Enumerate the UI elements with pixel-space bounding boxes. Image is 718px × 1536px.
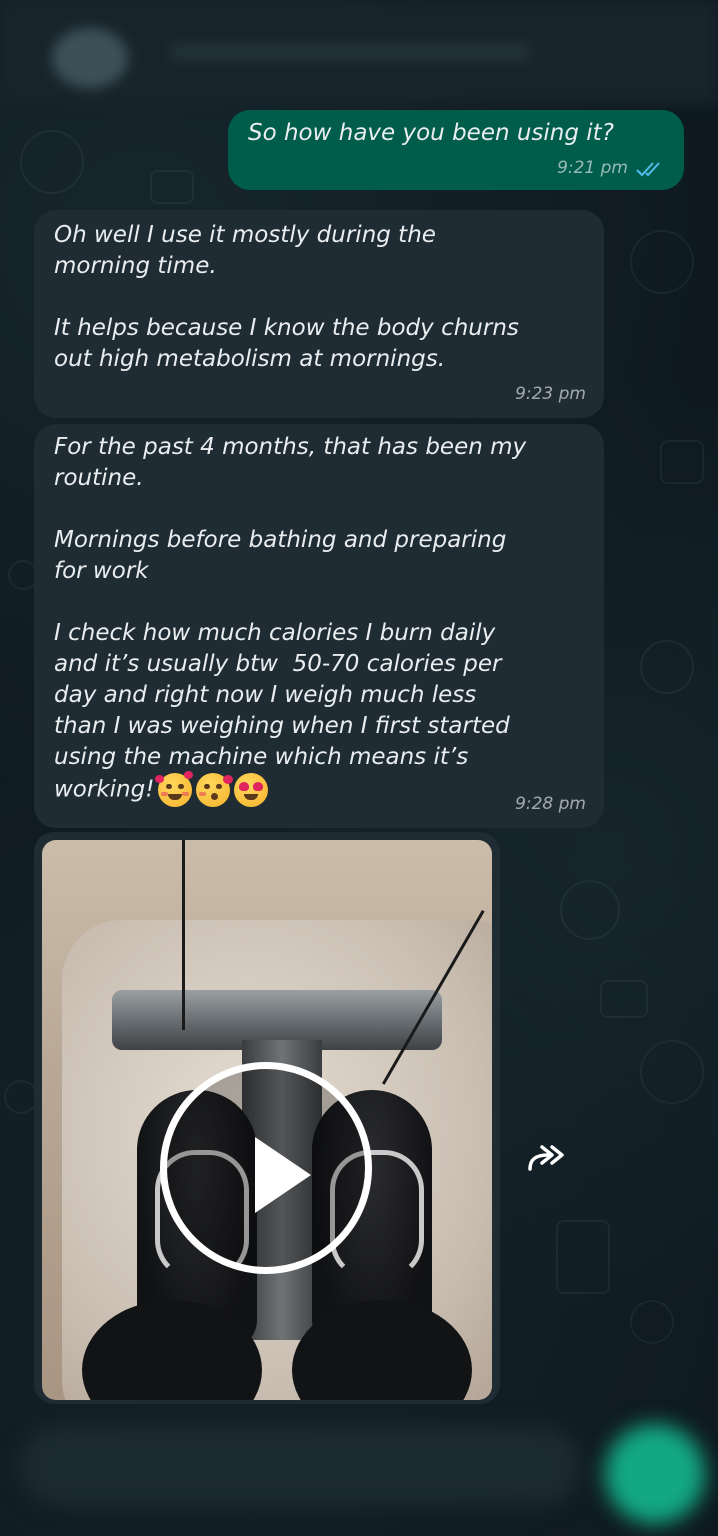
play-button[interactable]: [160, 1062, 372, 1274]
wallpaper-doodle: [630, 1300, 674, 1344]
message-time: 9:28 pm: [515, 794, 586, 814]
emoji-row: [155, 771, 269, 807]
message-text: Oh well I use it mostly during the morni…: [54, 222, 519, 372]
message-meta: 9:23 pm: [515, 379, 586, 410]
video-thumbnail[interactable]: [42, 840, 492, 1400]
thumbnail-cord: [182, 840, 185, 1030]
message-meta: 9:28 pm: [515, 789, 586, 820]
contact-name-blurred: [170, 44, 530, 60]
play-icon: [255, 1137, 311, 1213]
outgoing-message[interactable]: So how have you been using it? 9:21 pm: [228, 110, 684, 190]
face-blowing-a-kiss-icon: [196, 773, 234, 807]
message-time: 9:21 pm: [557, 158, 628, 178]
read-ticks-icon: [636, 161, 660, 176]
smiling-face-with-heart-eyes-icon: [234, 773, 269, 807]
forward-button[interactable]: [520, 1130, 576, 1186]
incoming-message[interactable]: Oh well I use it mostly during the morni…: [34, 210, 604, 418]
message-input[interactable]: [20, 1426, 580, 1506]
smiling-face-with-hearts-icon: [155, 771, 194, 807]
wallpaper-doodle: [560, 880, 620, 940]
message-text: For the past 4 months, that has been my …: [54, 434, 527, 803]
message-composer: [0, 1396, 718, 1536]
message-body: For the past 4 months, that has been my …: [54, 432, 599, 807]
message-meta: 9:21 pm: [557, 153, 666, 184]
chat-header: [0, 0, 718, 104]
wallpaper-doodle: [660, 440, 704, 484]
wallpaper-doodle: [20, 130, 84, 194]
message-text: So how have you been using it?: [248, 120, 614, 146]
wallpaper-doodle: [630, 230, 694, 294]
wallpaper-doodle: [150, 170, 194, 204]
avatar[interactable]: [52, 28, 128, 88]
wallpaper-doodle: [640, 640, 694, 694]
wallpaper-doodle: [600, 980, 648, 1018]
incoming-message[interactable]: For the past 4 months, that has been my …: [34, 424, 604, 828]
wallpaper-doodle: [4, 1080, 38, 1114]
forward-icon: [528, 1145, 564, 1171]
message-time: 9:23 pm: [515, 384, 586, 404]
video-message[interactable]: [34, 832, 500, 1404]
wallpaper-doodle: [556, 1220, 610, 1294]
wallpaper-doodle: [640, 1040, 704, 1104]
mic-button[interactable]: [605, 1424, 705, 1524]
